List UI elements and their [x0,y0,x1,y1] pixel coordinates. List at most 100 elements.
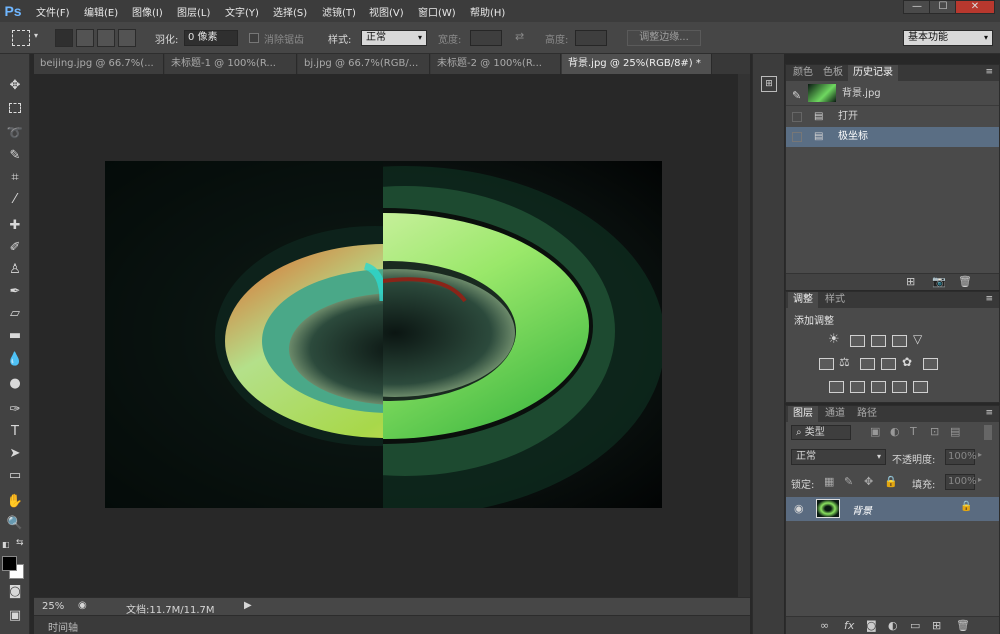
eyedropper-tool-icon[interactable]: ⁄ [4,190,26,210]
selective-color-icon[interactable] [892,381,907,393]
workspace-select[interactable]: 基本功能 ▾ [903,30,993,46]
swap-colors-icon[interactable]: ⇆ [16,538,24,548]
default-colors-icon[interactable]: ◧ [2,540,10,549]
doc-tab[interactable]: 未标题-1 @ 100%(R... [165,54,297,74]
tab-layers[interactable]: 图层 [788,406,818,422]
black-white-icon[interactable] [860,358,875,370]
filter-shape-icon[interactable]: ⊡ [930,425,939,438]
tab-adjustments[interactable]: 调整 [788,292,818,308]
tab-styles[interactable]: 样式 [820,292,850,308]
filter-toggle[interactable] [984,425,992,440]
fill-input[interactable]: 100% [945,474,977,490]
doc-tab[interactable]: beijing.jpg @ 66.7%(... [34,54,164,74]
menu-type[interactable]: 文字(Y) [225,4,259,19]
lock-pixels-icon[interactable]: ✎ [844,475,853,488]
layer-name[interactable]: 背景 [852,502,872,517]
link-layers-icon[interactable]: ∞ [820,619,829,632]
quick-select-tool-icon[interactable]: ✎ [4,146,26,166]
menu-file[interactable]: 文件(F) [36,4,70,19]
subtract-selection-button[interactable] [97,29,115,47]
properties-panel-icon[interactable]: ⊞ [761,76,777,92]
history-snapshot[interactable]: ✎ 背景.jpg [786,82,999,106]
hue-saturation-icon[interactable] [819,358,834,370]
lasso-tool-icon[interactable]: ➰ [4,124,26,144]
blend-mode-select[interactable]: 正常 ▾ [791,449,886,465]
new-selection-button[interactable] [55,29,73,47]
panel-menu-icon[interactable]: ≡ [985,67,993,77]
menu-filter[interactable]: 滤镜(T) [322,4,356,19]
layer-style-icon[interactable]: fx [844,619,854,632]
style-select[interactable]: 正常 ▾ [361,30,427,46]
antialias-checkbox[interactable] [249,33,259,43]
screen-mode-icon[interactable]: ▣ [4,606,26,626]
tab-color[interactable]: 颜色 [788,65,818,81]
history-checkbox[interactable] [792,132,802,142]
doc-tab[interactable]: bj.jpg @ 66.7%(RGB/... [298,54,430,74]
dodge-tool-icon[interactable]: ● [4,374,26,394]
levels-icon[interactable] [850,335,865,347]
zoom-level[interactable]: 25% [42,601,64,612]
posterize-icon[interactable] [850,381,865,393]
menu-select[interactable]: 选择(S) [273,4,307,19]
opacity-input[interactable]: 100% [945,449,977,465]
opacity-arrow-icon[interactable]: ▸ [978,450,982,459]
layer-mask-icon[interactable]: ◙ [866,619,877,632]
rectangle-tool-icon[interactable]: ▭ [4,466,26,486]
foreground-color-swatch[interactable] [2,556,17,571]
color-balance-icon[interactable]: ⚖ [839,355,850,369]
new-document-from-state-icon[interactable]: ⊞ [906,275,915,288]
history-item-selected[interactable]: ▤ 极坐标 [786,127,999,147]
panel-menu-icon[interactable]: ≡ [985,294,993,304]
curves-icon[interactable] [871,335,886,347]
width-input[interactable] [470,30,502,46]
menu-layer[interactable]: 图层(L) [177,4,210,19]
doc-tab[interactable]: 未标题-2 @ 100%(R... [431,54,561,74]
filter-smart-icon[interactable]: ▤ [950,425,960,438]
hand-tool-icon[interactable]: ✋ [4,492,26,512]
history-item[interactable]: ▤ 打开 [786,107,999,127]
brush-tool-icon[interactable]: ✐ [4,238,26,258]
menu-edit[interactable]: 编辑(E) [84,4,118,19]
pen-tool-icon[interactable]: ✑ [4,400,26,420]
gradient-tool-icon[interactable]: ▬ [4,326,26,346]
filter-adjust-icon[interactable]: ◐ [890,425,900,438]
tab-channels[interactable]: 通道 [820,406,850,422]
gradient-map-icon[interactable] [913,381,928,393]
status-menu-arrow-icon[interactable]: ▶ [244,600,252,611]
vertical-scrollbar[interactable] [738,74,750,597]
exposure-icon[interactable] [892,335,907,347]
panel-menu-icon[interactable]: ≡ [985,408,993,418]
lock-all-icon[interactable]: 🔒 [884,475,898,488]
add-selection-button[interactable] [76,29,94,47]
eye-icon[interactable]: ◉ [794,502,804,515]
camera-icon[interactable]: 📷 [932,275,946,288]
filter-pixel-icon[interactable]: ▣ [870,425,880,438]
layer-filter-select[interactable]: ⌕ 类型 [791,425,851,440]
history-brush-tool-icon[interactable]: ✒ [4,282,26,302]
healing-brush-tool-icon[interactable]: ✚ [4,216,26,236]
lock-transparent-icon[interactable]: ▦ [824,475,834,488]
path-select-tool-icon[interactable]: ➤ [4,444,26,464]
timeline-bar[interactable]: 时间轴 [34,615,750,634]
doc-tab-active[interactable]: 背景.jpg @ 25%(RGB/8#) * [562,54,712,74]
menu-image[interactable]: 图像(I) [132,4,163,19]
threshold-icon[interactable] [871,381,886,393]
document-image[interactable] [105,161,662,508]
height-input[interactable] [575,30,607,46]
trash-icon[interactable]: 🗑 [958,275,972,288]
feather-input[interactable]: 0 像素 [184,30,238,46]
menu-help[interactable]: 帮助(H) [470,4,505,19]
brightness-icon[interactable]: ☀ [828,332,840,347]
zoom-tool-icon[interactable]: 🔍 [4,514,26,534]
new-layer-icon[interactable]: ⊞ [932,619,941,632]
history-checkbox[interactable] [792,112,802,122]
clone-stamp-tool-icon[interactable]: ♙ [4,260,26,280]
group-icon[interactable]: ▭ [910,619,920,632]
menu-view[interactable]: 视图(V) [369,4,404,19]
eraser-tool-icon[interactable]: ▱ [4,304,26,324]
invert-icon[interactable] [829,381,844,393]
filter-type-icon[interactable]: T [910,425,917,438]
refine-edge-button[interactable]: 调整边缘... [627,30,701,46]
swap-icon[interactable]: ⇄ [515,30,524,43]
trash-icon[interactable]: 🗑 [956,619,970,632]
